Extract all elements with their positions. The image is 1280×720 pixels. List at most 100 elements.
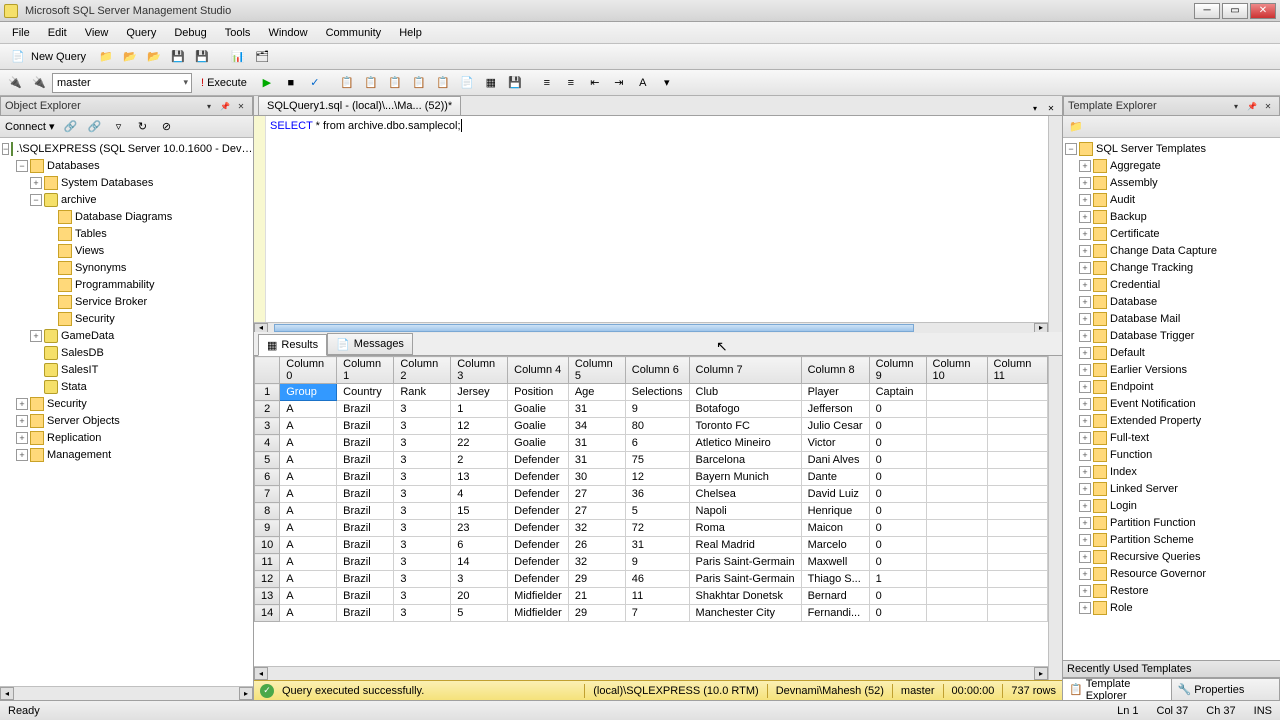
tab-template-explorer[interactable]: 📋Template Explorer xyxy=(1063,679,1172,700)
grid-cell[interactable]: 12 xyxy=(625,469,689,486)
grid-cell[interactable] xyxy=(987,401,1048,418)
grid-cell[interactable]: 3 xyxy=(394,469,451,486)
messages-tab[interactable]: 📄Messages xyxy=(327,333,413,355)
row-number[interactable]: 10 xyxy=(255,537,280,554)
expander-icon[interactable]: + xyxy=(1079,381,1091,393)
grid-cell[interactable]: A xyxy=(280,537,337,554)
grid-cell[interactable]: Brazil xyxy=(337,605,394,622)
template-item[interactable]: +Audit xyxy=(1065,191,1278,208)
scroll-left-icon[interactable]: ◂ xyxy=(254,323,268,333)
grid-cell[interactable]: Defender xyxy=(508,554,569,571)
grid-cell[interactable]: 3 xyxy=(394,418,451,435)
grid-cell[interactable]: Defender xyxy=(508,486,569,503)
table-row[interactable]: 11ABrazil314Defender329Paris Saint-Germa… xyxy=(255,554,1048,571)
tree-gamedata-db[interactable]: +GameData xyxy=(2,327,251,344)
grid-cell[interactable] xyxy=(926,588,987,605)
grid-cell[interactable]: 26 xyxy=(568,537,625,554)
expander-icon[interactable]: + xyxy=(1079,228,1091,240)
tb-save[interactable]: 💾 xyxy=(167,46,189,68)
template-item[interactable]: +Earlier Versions xyxy=(1065,361,1278,378)
grid-cell[interactable] xyxy=(926,605,987,622)
tb-more[interactable]: ▾ xyxy=(656,72,678,94)
grid-cell[interactable]: 27 xyxy=(568,486,625,503)
oe-pin-icon[interactable]: 📌 xyxy=(218,99,232,113)
tb-include-plan[interactable]: 📋 xyxy=(408,72,430,94)
grid-cell[interactable]: 3 xyxy=(394,588,451,605)
template-item[interactable]: +Full-text xyxy=(1065,429,1278,446)
grid-cell[interactable]: Defender xyxy=(508,571,569,588)
expander-icon[interactable]: + xyxy=(1079,211,1091,223)
grid-cell[interactable]: 3 xyxy=(394,537,451,554)
grid-hscroll[interactable]: ◂ ▸ xyxy=(254,666,1048,680)
oe-dropdown-icon[interactable]: ▾ xyxy=(202,99,216,113)
grid-cell[interactable]: Defender xyxy=(508,537,569,554)
template-item[interactable]: +Database Trigger xyxy=(1065,327,1278,344)
grid-cell[interactable] xyxy=(987,435,1048,452)
grid-cell[interactable]: 13 xyxy=(451,469,508,486)
template-item[interactable]: +Endpoint xyxy=(1065,378,1278,395)
grid-cell[interactable]: 0 xyxy=(869,554,926,571)
grid-cell[interactable]: Defender xyxy=(508,452,569,469)
grid-cell[interactable]: A xyxy=(280,554,337,571)
tb-results-grid[interactable]: ▦ xyxy=(480,72,502,94)
grid-cell[interactable]: 29 xyxy=(568,605,625,622)
menu-help[interactable]: Help xyxy=(391,25,430,41)
grid-cell[interactable]: 14 xyxy=(451,554,508,571)
oe-tb-2[interactable]: 🔗 xyxy=(84,116,106,138)
row-number[interactable]: 13 xyxy=(255,588,280,605)
template-item[interactable]: +Credential xyxy=(1065,276,1278,293)
grid-cell[interactable]: Shakhtar Donetsk xyxy=(689,588,801,605)
grid-cell[interactable]: 3 xyxy=(394,435,451,452)
grid-cell[interactable]: 4 xyxy=(451,486,508,503)
table-row[interactable]: 9ABrazil323Defender3272RomaMaicon0 xyxy=(255,520,1048,537)
tb-save-all[interactable]: 💾 xyxy=(191,46,213,68)
grid-cell[interactable]: Player xyxy=(801,384,869,401)
editor-hscroll[interactable]: ◂ ▸ xyxy=(254,322,1048,332)
grid-cell[interactable] xyxy=(926,384,987,401)
oe-tb-stop[interactable]: ⊘ xyxy=(156,116,178,138)
row-number[interactable]: 12 xyxy=(255,571,280,588)
tree-service-broker[interactable]: Service Broker xyxy=(2,293,251,310)
grid-cell[interactable]: 9 xyxy=(625,554,689,571)
grid-cell[interactable]: 0 xyxy=(869,401,926,418)
grid-cell[interactable]: Maicon xyxy=(801,520,869,537)
tab-list-icon[interactable]: ▾ xyxy=(1028,101,1042,115)
grid-cell[interactable]: 80 xyxy=(625,418,689,435)
tb-change-conn[interactable]: 🔌 xyxy=(4,72,26,94)
tree-database-diagrams[interactable]: Database Diagrams xyxy=(2,208,251,225)
grid-cell[interactable]: Bayern Munich xyxy=(689,469,801,486)
tb-results-text[interactable]: 📄 xyxy=(456,72,478,94)
grid-cell[interactable]: 72 xyxy=(625,520,689,537)
tb-results-file[interactable]: 💾 xyxy=(504,72,526,94)
grid-cell[interactable]: Goalie xyxy=(508,418,569,435)
column-header[interactable]: Column 5 xyxy=(568,357,625,384)
te-close-icon[interactable]: ✕ xyxy=(1261,99,1275,113)
grid-cell[interactable]: Paris Saint-Germain xyxy=(689,554,801,571)
minimize-button[interactable]: ─ xyxy=(1194,3,1220,19)
grid-cell[interactable]: Jersey xyxy=(451,384,508,401)
grid-cell[interactable] xyxy=(987,520,1048,537)
expander-icon[interactable]: + xyxy=(1079,449,1091,461)
tree-salesit-db[interactable]: SalesIT xyxy=(2,361,251,378)
row-number[interactable]: 4 xyxy=(255,435,280,452)
expander-icon[interactable]: + xyxy=(1079,585,1091,597)
row-number[interactable]: 14 xyxy=(255,605,280,622)
grid-cell[interactable]: Brazil xyxy=(337,401,394,418)
row-number[interactable]: 9 xyxy=(255,520,280,537)
grid-cell[interactable]: 31 xyxy=(568,401,625,418)
template-root[interactable]: −SQL Server Templates xyxy=(1065,140,1278,157)
grid-cell[interactable]: 6 xyxy=(451,537,508,554)
grid-cell[interactable]: A xyxy=(280,435,337,452)
grid-cell[interactable]: 20 xyxy=(451,588,508,605)
grid-cell[interactable]: Goalie xyxy=(508,401,569,418)
connect-button[interactable]: Connect ▾ xyxy=(2,119,58,134)
tree-server-node[interactable]: −.\SQLEXPRESS (SQL Server 10.0.1600 - De… xyxy=(2,140,251,157)
document-tab[interactable]: SQLQuery1.sql - (local)\...\Ma... (52))* xyxy=(258,96,461,115)
template-item[interactable]: +Database Mail xyxy=(1065,310,1278,327)
grid-cell[interactable]: 0 xyxy=(869,537,926,554)
tree-synonyms[interactable]: Synonyms xyxy=(2,259,251,276)
table-row[interactable]: 4ABrazil322Goalie316Atletico MineiroVict… xyxy=(255,435,1048,452)
tree-databases[interactable]: −Databases xyxy=(2,157,251,174)
table-row[interactable]: 12ABrazil33Defender2946Paris Saint-Germa… xyxy=(255,571,1048,588)
template-item[interactable]: +Recursive Queries xyxy=(1065,548,1278,565)
